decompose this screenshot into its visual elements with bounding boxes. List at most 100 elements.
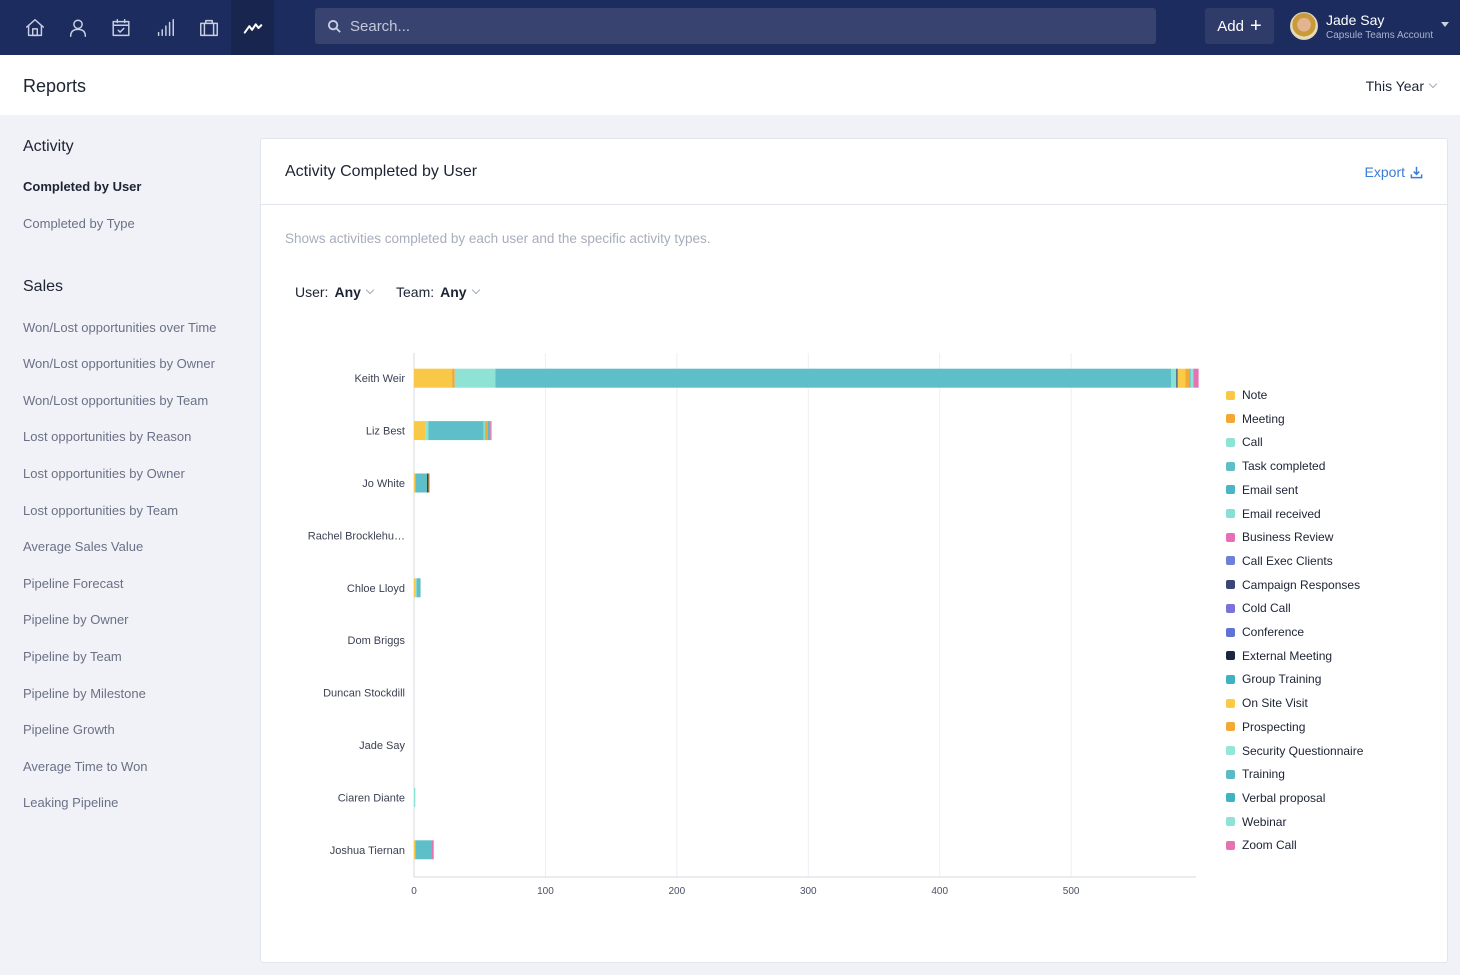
chart-x-labels: 0 100 200 300 400 500	[411, 886, 1080, 897]
x-tick-label: 200	[669, 886, 686, 897]
user-name[interactable]: Jade Say	[1326, 12, 1384, 28]
sidebar-item-average-sales-value[interactable]: Average Sales Value	[23, 539, 143, 554]
legend-swatch	[1226, 437, 1235, 447]
legend-swatch	[1226, 485, 1235, 495]
legend-swatch	[1226, 627, 1235, 637]
search-input[interactable]	[350, 17, 1050, 35]
legend-item[interactable]: Prospecting	[1226, 719, 1305, 735]
legend-item[interactable]: Security Questionnaire	[1226, 743, 1363, 759]
legend-item[interactable]: Email sent	[1226, 482, 1298, 498]
bar-segment: Keith Weir — Task completed: 514	[495, 368, 1172, 388]
legend-item[interactable]: Call Exec Clients	[1226, 553, 1333, 569]
sidebar-item-average-time-to-won[interactable]: Average Time to Won	[23, 759, 148, 774]
bar-segment: Liz Best — Zoom Call: 1	[490, 421, 492, 441]
bar-segment: Keith Weir — Webinar: 2	[1190, 368, 1194, 388]
bar-segment: Keith Weir — Email received: 4	[1171, 368, 1177, 388]
chart-bars: Keith Weir — Note: 29Keith Weir — Meetin…	[414, 368, 1199, 860]
bar-segment: Joshua Tiernan — Note: 1	[414, 840, 416, 860]
legend-item[interactable]: Meeting	[1226, 411, 1285, 427]
search-bar[interactable]	[315, 8, 1156, 44]
legend-item[interactable]: Webinar	[1226, 814, 1286, 830]
legend-swatch	[1226, 414, 1235, 424]
legend-swatch	[1226, 390, 1235, 400]
signal-bars-icon[interactable]	[143, 0, 186, 55]
legend-swatch	[1226, 556, 1235, 566]
legend-label: Email received	[1242, 506, 1321, 521]
legend-item[interactable]: Cold Call	[1226, 600, 1291, 616]
caret-down-icon[interactable]	[1441, 22, 1449, 27]
legend-item[interactable]: Campaign Responses	[1226, 577, 1360, 593]
page-title: Reports	[23, 76, 87, 96]
sidebar-item-leaking-pipeline[interactable]: Leaking Pipeline	[23, 795, 118, 810]
reports-trend-icon[interactable]	[231, 0, 274, 55]
sidebar-item-wonlost-by-owner[interactable]: Won/Lost opportunities by Owner	[23, 356, 215, 371]
bar-segment: Jo White — Task completed: 9	[415, 473, 428, 493]
legend-item[interactable]: Training	[1226, 766, 1285, 782]
legend-label: Verbal proposal	[1242, 790, 1326, 805]
chart-grid	[413, 353, 1196, 878]
legend-label: Email sent	[1242, 482, 1299, 497]
legend-item[interactable]: External Meeting	[1226, 648, 1332, 664]
legend-item[interactable]: Business Review	[1226, 529, 1333, 545]
sidebar-item-lost-by-reason[interactable]: Lost opportunities by Reason	[23, 429, 191, 444]
legend-swatch	[1226, 817, 1235, 827]
period-value: This Year	[1365, 78, 1424, 94]
legend-item[interactable]: Task completed	[1226, 458, 1325, 474]
legend-label: Conference	[1242, 625, 1305, 639]
legend-item[interactable]: Verbal proposal	[1226, 790, 1325, 806]
legend-item[interactable]: Conference	[1226, 624, 1304, 640]
bar-segment: Liz Best — Note: 9	[414, 421, 426, 441]
legend-item[interactable]: Zoom Call	[1226, 837, 1297, 853]
legend-swatch	[1226, 746, 1235, 755]
add-button[interactable]: Add +	[1205, 8, 1274, 44]
bar-segment: Liz Best — Email received: 1	[483, 421, 485, 441]
x-tick-label: 100	[537, 886, 554, 897]
x-tick-label: 0	[411, 886, 417, 897]
briefcase-icon[interactable]	[187, 0, 230, 55]
legend-label: Cold Call	[1242, 601, 1291, 616]
bar-segment: Keith Weir — Training: 1	[1189, 368, 1191, 388]
sidebar-heading-activity: Activity	[23, 138, 74, 155]
calendar-icon[interactable]	[99, 0, 142, 55]
legend-item[interactable]: Email received	[1226, 506, 1321, 522]
sidebar-item-pipeline-by-milestone[interactable]: Pipeline by Milestone	[23, 686, 146, 701]
bar-segment: Jo White — Note: 1	[414, 473, 416, 493]
sidebar-item-pipeline-by-owner[interactable]: Pipeline by Owner	[23, 612, 129, 627]
bar-segment: Jo White — External Meeting: 1	[427, 473, 429, 493]
x-tick-label: 500	[1063, 886, 1080, 897]
legend-item[interactable]: Call	[1226, 434, 1263, 450]
search-icon	[327, 19, 341, 33]
sidebar-item-completed-by-type[interactable]: Completed by Type	[23, 216, 135, 231]
legend-label: Campaign Responses	[1242, 577, 1361, 592]
legend-swatch	[1226, 532, 1235, 542]
avatar[interactable]	[1290, 12, 1318, 40]
bar-segment: Keith Weir — Prospecting: 3	[1185, 368, 1190, 388]
period-selector[interactable]: This Year	[1365, 78, 1438, 94]
y-category-label: Chloe Lloyd	[347, 583, 405, 595]
sidebar-item-wonlost-by-team[interactable]: Won/Lost opportunities by Team	[23, 393, 208, 408]
sidebar-item-pipeline-by-team[interactable]: Pipeline by Team	[23, 649, 122, 664]
sidebar-item-pipeline-forecast[interactable]: Pipeline Forecast	[23, 576, 123, 591]
y-category-label: Liz Best	[366, 426, 405, 438]
sidebar-item-pipeline-growth[interactable]: Pipeline Growth	[23, 722, 115, 737]
person-icon[interactable]	[56, 0, 99, 55]
legend-swatch	[1226, 674, 1235, 684]
bar-segment: Liz Best — Training: 2	[487, 421, 491, 441]
legend-item[interactable]: Group Training	[1226, 671, 1321, 687]
legend-item[interactable]: Note	[1226, 387, 1267, 403]
home-icon[interactable]	[13, 0, 56, 55]
sidebar-item-lost-by-owner[interactable]: Lost opportunities by Owner	[23, 466, 185, 481]
legend-label: Call	[1242, 435, 1263, 450]
bar-segment: Keith Weir — On Site Visit: 6	[1177, 368, 1186, 388]
legend-item[interactable]: On Site Visit	[1226, 695, 1308, 711]
sidebar-item-lost-by-team[interactable]: Lost opportunities by Team	[23, 503, 178, 518]
bar-segment: Chloe Lloyd — Task completed: 3	[416, 578, 421, 598]
legend-swatch	[1226, 461, 1235, 471]
legend-label: Security Questionnaire	[1242, 743, 1364, 758]
bar-segment: Ciaren Diante — Call: 1	[414, 787, 416, 807]
legend-label: Training	[1242, 767, 1285, 782]
y-category-label: Jo White	[362, 478, 405, 490]
bar-segment: Liz Best — Call: 2	[425, 421, 429, 441]
sidebar-item-completed-by-user[interactable]: Completed by User	[23, 179, 141, 194]
sidebar-item-wonlost-over-time[interactable]: Won/Lost opportunities over Time	[23, 320, 216, 335]
